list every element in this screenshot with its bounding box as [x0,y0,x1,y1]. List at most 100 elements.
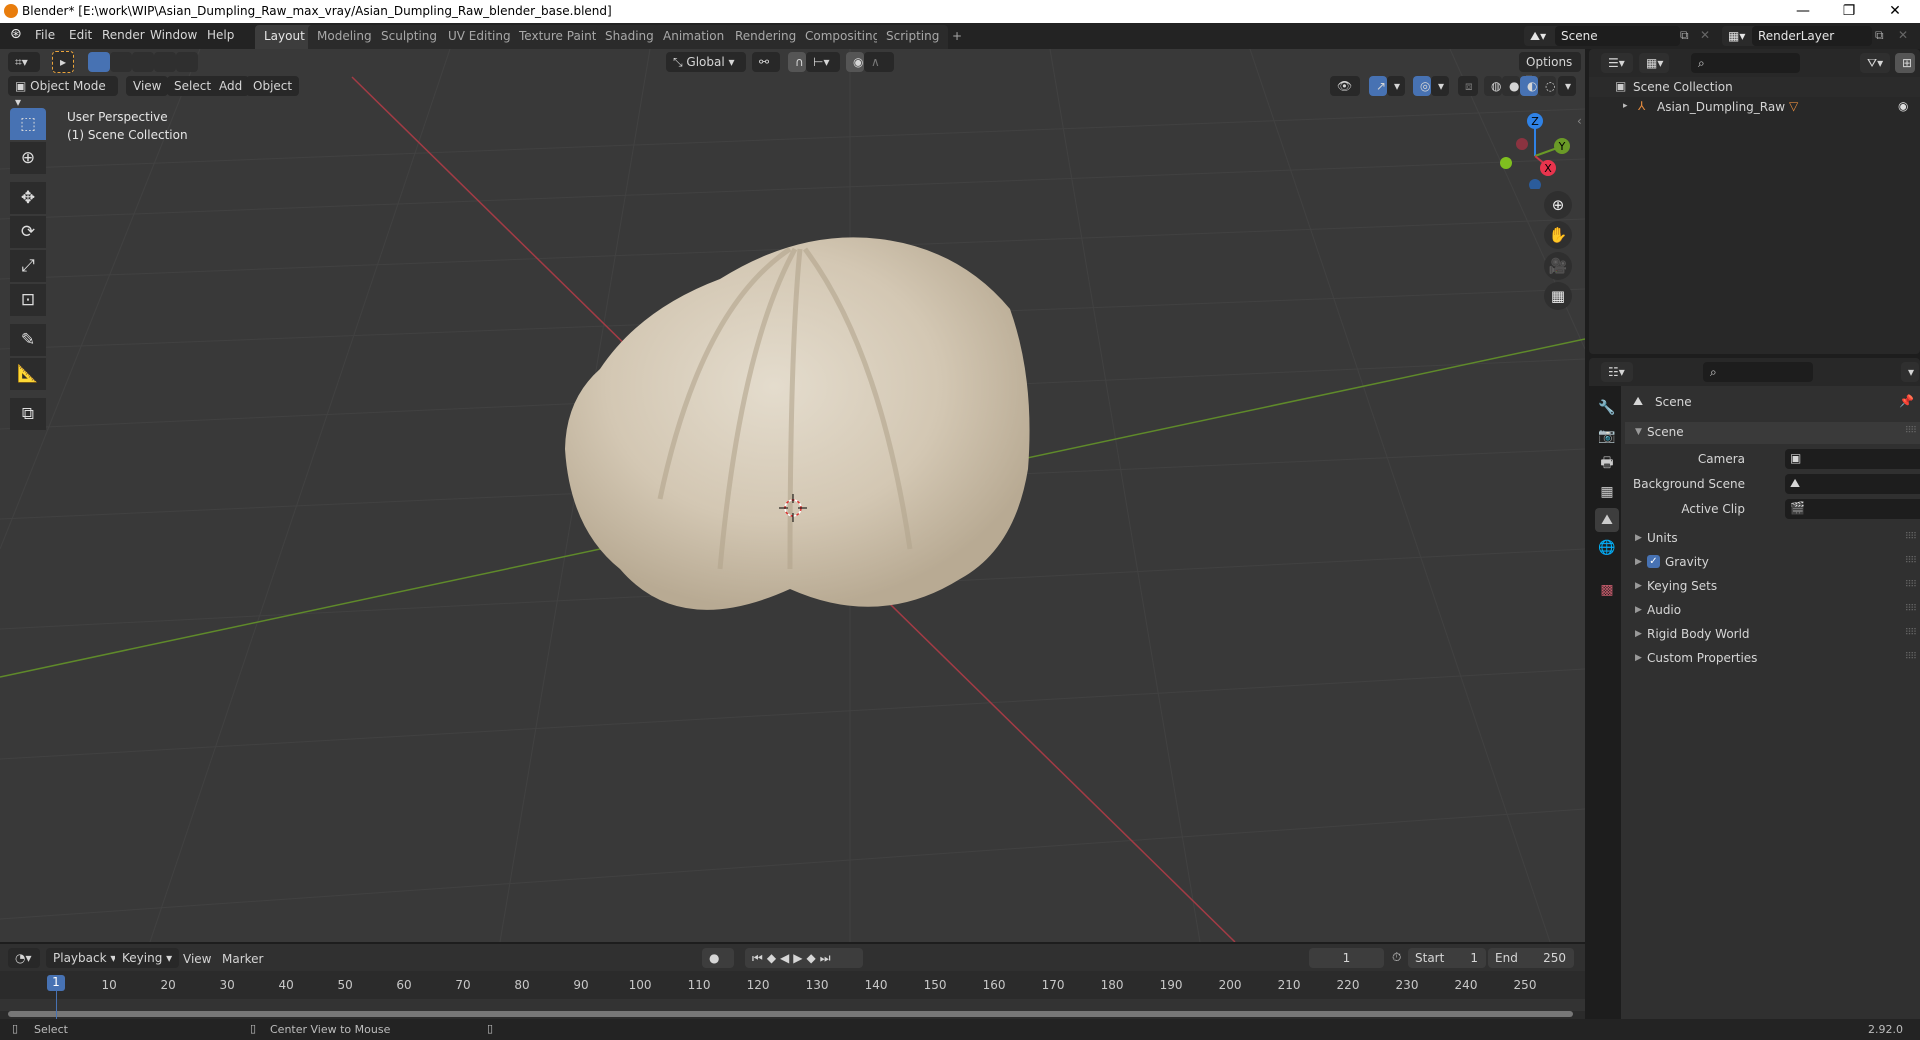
menu-select[interactable]: Select [167,76,219,96]
panel-rigid-body-world[interactable]: ▶ Rigid Body World ⠿⠿ [1625,624,1920,646]
tab-animation[interactable]: Animation [654,25,734,49]
camera-view-button[interactable]: 🎥 [1544,252,1572,280]
auto-keying-toggle[interactable]: ● [702,948,734,968]
panel-custom-properties[interactable]: ▶ Custom Properties ⠿⠿ [1625,648,1920,670]
select-mode-invert[interactable] [154,52,176,72]
gravity-checkbox[interactable]: ✓ [1647,555,1660,568]
current-frame-field[interactable]: 1 [1309,948,1384,968]
zoom-view-button[interactable]: ⊕ [1544,191,1572,219]
new-viewlayer-icon[interactable]: ⧉ [1875,28,1884,43]
select-mode-subtract[interactable] [132,52,154,72]
menu-window[interactable]: Window [150,28,197,42]
outliner-row-scene-collection[interactable]: ▣ Scene Collection [1589,77,1920,97]
outliner-row-object[interactable]: ▸ ⅄ Asian_Dumpling_Raw ▽ ◉ [1589,97,1920,117]
tab-sculpting[interactable]: Sculpting [372,25,447,49]
play-icon[interactable]: ▶ [793,951,806,965]
3d-viewport[interactable]: ⌗▾ ▸ ⤡ Global ▾ ⚯ ∩ ⊢▾ ◉ ∧ Options ▾ ▣ O… [0,49,1585,942]
minimize-button[interactable]: — [1780,0,1826,23]
delete-scene-icon[interactable]: ✕ [1700,28,1710,42]
tool-measure[interactable]: 📐 [10,358,46,390]
menu-object[interactable]: Object [246,76,300,96]
tool-annotate[interactable]: ✎ [10,324,46,356]
playhead[interactable]: 1 [47,975,65,991]
tab-view-layer[interactable]: ▦ [1595,480,1619,504]
tab-uv-editing[interactable]: UV Editing [439,25,520,49]
new-collection-button[interactable]: ⊞ [1895,53,1915,73]
menu-help[interactable]: Help [207,28,234,42]
expand-arrow-icon[interactable]: ▸ [1623,101,1628,111]
tab-tool[interactable]: 🔧 [1595,396,1619,420]
drag-handle-icon[interactable]: ⠿⠿ [1905,426,1917,436]
perspective-toggle-button[interactable]: ▦ [1544,282,1572,310]
drag-handle-icon[interactable]: ⠿⠿ [1905,556,1917,566]
tool-rotate[interactable]: ⟳ [10,216,46,248]
shading-rendered[interactable]: ◌ [1538,76,1556,96]
panel-units[interactable]: ▶ Units ⠿⠿ [1625,528,1920,550]
menu-file[interactable]: File [35,28,55,42]
sidebar-toggle-icon[interactable]: ‹ [1577,114,1582,128]
falloff-dropdown[interactable]: ∧ [864,52,894,72]
prev-keyframe-icon[interactable]: ◆ [767,951,780,965]
drag-handle-icon[interactable]: ⠿⠿ [1905,628,1917,638]
panel-header-scene[interactable]: ▼ Scene ⠿⠿ [1625,422,1920,444]
pan-view-button[interactable]: ✋ [1544,221,1572,249]
editor-type-button[interactable]: ⌗▾ [8,52,40,72]
tab-texture-paint[interactable]: Texture Paint [510,25,606,49]
gizmo-dropdown[interactable]: ▾ [1387,76,1405,96]
panel-audio[interactable]: ▶ Audio ⠿⠿ [1625,600,1920,622]
scene-selector[interactable]: Scene [1555,26,1680,46]
menu-render[interactable]: Render [102,28,145,42]
timeline-scrollbar[interactable] [8,1011,1573,1017]
shading-solid[interactable]: ● [1502,76,1520,96]
tab-render[interactable]: 📷 [1595,424,1619,448]
shading-dropdown[interactable]: ▾ [1558,76,1576,96]
outliner-search[interactable]: ⌕ [1691,53,1800,73]
drag-handle-icon[interactable]: ⠿⠿ [1905,604,1917,614]
tab-scene[interactable]: ⛰ [1595,508,1619,532]
active-clip-field[interactable]: 🎬 [1785,499,1920,519]
camera-field[interactable]: ▣ ⚲ [1785,449,1920,469]
select-mode-new[interactable] [88,52,110,72]
tab-world[interactable]: 🌐 [1595,536,1619,560]
panel-gravity[interactable]: ▶ ✓ Gravity ⠿⠿ [1625,552,1920,574]
pivot-point-dropdown[interactable]: ⚯ [752,52,780,72]
options-dropdown[interactable]: Options ▾ [1519,52,1581,85]
drag-handle-icon[interactable]: ⠿⠿ [1905,532,1917,542]
renderlayer-selector[interactable]: RenderLayer [1752,26,1872,46]
transform-orientation-dropdown[interactable]: ⤡ Global ▾ [666,52,746,72]
menu-view[interactable]: View [183,952,211,966]
play-reverse-icon[interactable]: ◀ [780,951,793,965]
tool-transform[interactable]: ⊡ [10,284,46,316]
menu-add[interactable]: Add [212,76,250,96]
jump-end-icon[interactable]: ⏭ [820,951,835,965]
menu-marker[interactable]: Marker [222,952,263,966]
next-keyframe-icon[interactable]: ◆ [807,951,820,965]
snap-toggle[interactable]: ∩ [788,52,806,72]
tab-layout[interactable]: Layout [255,25,314,49]
proportional-edit-toggle[interactable]: ◉ [846,52,864,72]
properties-search[interactable]: ⌕ [1703,362,1813,382]
mode-dropdown[interactable]: ▣ Object Mode ▾ [8,76,118,109]
shading-wireframe[interactable]: ◍ [1484,76,1502,96]
drag-handle-icon[interactable]: ⠿⠿ [1905,652,1917,662]
overlay-toggle[interactable]: ◎ [1413,76,1431,96]
timeline-editor-type[interactable]: ◔▾ [8,948,40,968]
tool-move[interactable]: ✥ [10,182,46,214]
select-tool-button[interactable]: ▸ [52,51,74,73]
delete-viewlayer-icon[interactable]: ✕ [1898,28,1908,42]
select-mode-extend[interactable] [110,52,132,72]
snap-target-dropdown[interactable]: ⊢▾ [806,52,840,72]
new-scene-icon[interactable]: ⧉ [1680,28,1689,43]
stopwatch-icon[interactable]: ⏱ [1392,950,1401,965]
properties-editor-type[interactable]: ☷▾ [1601,362,1633,382]
blender-menu-icon[interactable]: ⊛ [10,26,22,42]
tool-select-box[interactable]: ⬚ [10,108,46,140]
start-frame-field[interactable]: Start 1 [1408,948,1486,968]
navigation-gizmo[interactable]: Z Y X [1490,109,1580,189]
tab-modeling[interactable]: Modeling [308,25,381,49]
outliner-editor-type[interactable]: ☰▾ [1601,53,1633,73]
tab-compositing[interactable]: Compositing [796,25,890,49]
tool-add-cube[interactable]: ⧉ [10,398,46,430]
tab-output[interactable]: 🖶 [1595,452,1619,476]
end-frame-field[interactable]: End 250 [1488,948,1574,968]
